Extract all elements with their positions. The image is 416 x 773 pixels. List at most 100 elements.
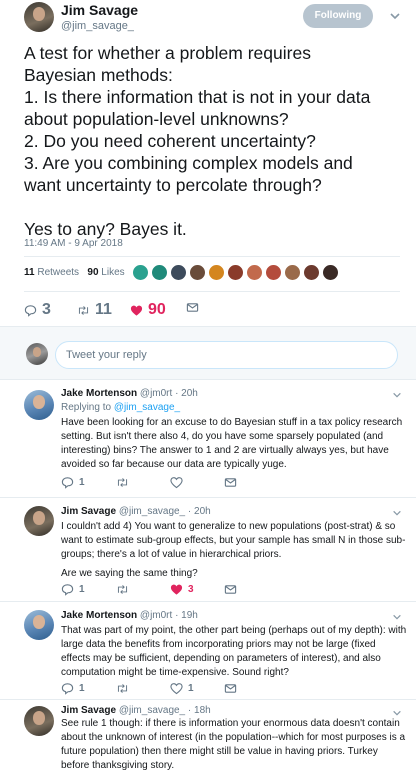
- likes-count[interactable]: 90: [87, 267, 98, 278]
- reply-text: Have been looking for an excuse to do Ba…: [61, 417, 403, 470]
- author-name[interactable]: Jim Savage: [61, 2, 138, 18]
- reply-avatar[interactable]: [24, 706, 54, 736]
- like-count: 90: [148, 301, 166, 318]
- reply-text-followup: Are we saying the same thing?: [61, 568, 198, 579]
- retweet-count: 11: [95, 301, 112, 318]
- reply-time[interactable]: · 20h: [175, 388, 198, 399]
- reply-action[interactable]: 1: [61, 682, 85, 695]
- divider: [24, 256, 400, 257]
- reply-action[interactable]: 1: [61, 583, 85, 596]
- retweet-icon: [117, 684, 128, 693]
- liker-avatar[interactable]: [227, 264, 244, 281]
- heart-icon: [130, 305, 143, 316]
- retweet-icon: [117, 478, 128, 487]
- tweet-line: 1. Is there information that is not in y…: [24, 87, 371, 107]
- viewer-avatar: [26, 343, 48, 365]
- retweet-action[interactable]: [116, 682, 129, 695]
- dm-action[interactable]: [224, 583, 237, 596]
- author-handle[interactable]: @jim_savage_: [61, 20, 134, 32]
- divider: [24, 291, 400, 292]
- reply-count: 1: [79, 683, 85, 694]
- reply-author-name[interactable]: Jim Savage: [61, 705, 116, 716]
- dm-action[interactable]: [224, 476, 237, 489]
- reply-avatar[interactable]: [24, 610, 54, 640]
- tweet-line: 3. Are you combining complex models and: [24, 153, 353, 173]
- reply-count: 3: [42, 301, 51, 318]
- reply-action[interactable]: 3: [24, 301, 51, 319]
- tweet-line: want uncertainty to percolate through?: [24, 175, 322, 195]
- dm-action[interactable]: [224, 682, 237, 695]
- reply-avatar[interactable]: [24, 390, 54, 420]
- reply-author[interactable]: Jake Mortenson @jm0rt · 20h: [61, 388, 198, 399]
- tweet-line: Bayesian methods:: [24, 65, 173, 85]
- reply-tweet[interactable]: Jake Mortenson @jm0rt · 20h Replying to …: [0, 380, 416, 498]
- reply-author-name[interactable]: Jake Mortenson: [61, 388, 137, 399]
- retweet-action[interactable]: [116, 583, 129, 596]
- liker-avatar[interactable]: [246, 264, 263, 281]
- retweet-action[interactable]: [116, 476, 129, 489]
- retweets-count[interactable]: 11: [24, 267, 35, 278]
- reply-text: I couldn't add 4) You want to generalize…: [61, 521, 406, 560]
- liker-avatar[interactable]: [265, 264, 282, 281]
- reply-icon: [61, 477, 74, 489]
- chevron-down-icon[interactable]: [389, 10, 401, 22]
- reply-text: See rule 1 though: if there is informati…: [61, 718, 406, 771]
- like-action[interactable]: 1: [170, 682, 194, 695]
- following-button[interactable]: Following: [303, 4, 373, 28]
- reply-author-name[interactable]: Jake Mortenson: [61, 610, 137, 621]
- dm-action[interactable]: [186, 301, 199, 314]
- reply-author[interactable]: Jim Savage @jim_savage_ · 18h: [61, 705, 211, 716]
- likes-label[interactable]: Likes: [101, 267, 124, 278]
- reply-author-handle[interactable]: @jim_savage_: [119, 705, 185, 716]
- author-avatar[interactable]: [24, 2, 54, 32]
- replying-to-link[interactable]: @jim_savage_: [114, 402, 180, 413]
- reply-author-name[interactable]: Jim Savage: [61, 506, 116, 517]
- reply-author[interactable]: Jim Savage @jim_savage_ · 20h: [61, 506, 211, 517]
- reply-action[interactable]: 1: [61, 476, 85, 489]
- tweet-stats: 11 Retweets 90 Likes: [24, 267, 125, 278]
- retweet-action[interactable]: 11: [77, 301, 112, 319]
- tweet-line: about population-level unknowns?: [24, 109, 289, 129]
- liker-avatar[interactable]: [208, 264, 225, 281]
- reply-icon: [24, 304, 37, 317]
- reply-composer: Tweet your reply: [0, 326, 416, 380]
- liker-avatars[interactable]: [132, 264, 341, 281]
- like-action[interactable]: 3: [170, 583, 194, 596]
- reply-author-handle[interactable]: @jm0rt: [140, 610, 172, 621]
- reply-tweet[interactable]: Jim Savage @jim_savage_ · 18h See rule 1…: [0, 700, 416, 773]
- liker-avatar[interactable]: [322, 264, 339, 281]
- reply-avatar[interactable]: [24, 506, 54, 536]
- like-action[interactable]: [170, 476, 183, 489]
- reply-count: 1: [79, 477, 85, 488]
- retweet-icon: [78, 305, 89, 315]
- liker-avatar[interactable]: [284, 264, 301, 281]
- tweet-timestamp[interactable]: 11:49 AM - 9 Apr 2018: [24, 238, 123, 249]
- reply-icon: [61, 584, 74, 596]
- liker-avatar[interactable]: [170, 264, 187, 281]
- reply-tweet[interactable]: Jake Mortenson @jm0rt · 19h That was par…: [0, 602, 416, 700]
- liker-avatar[interactable]: [132, 264, 149, 281]
- reply-tweet[interactable]: Jim Savage @jim_savage_ · 20h I couldn't…: [0, 498, 416, 602]
- reply-icon: [61, 683, 74, 695]
- reply-time[interactable]: · 18h: [188, 705, 211, 716]
- like-count: 1: [188, 683, 194, 694]
- liker-avatar[interactable]: [151, 264, 168, 281]
- envelope-icon: [224, 478, 237, 487]
- like-action[interactable]: 90: [130, 301, 166, 319]
- chevron-down-icon[interactable]: [392, 612, 402, 622]
- reply-input[interactable]: Tweet your reply: [55, 341, 398, 369]
- liker-avatar[interactable]: [189, 264, 206, 281]
- tweet-line: A test for whether a problem requires: [24, 43, 311, 63]
- reply-time[interactable]: · 20h: [188, 506, 211, 517]
- retweet-icon: [117, 585, 128, 594]
- liker-avatar[interactable]: [303, 264, 320, 281]
- replying-prefix: Replying to: [61, 402, 112, 413]
- retweets-label[interactable]: Retweets: [37, 267, 79, 278]
- chevron-down-icon[interactable]: [392, 508, 402, 518]
- reply-author-handle[interactable]: @jim_savage_: [119, 506, 185, 517]
- replying-to: Replying to @jim_savage_: [61, 402, 180, 413]
- chevron-down-icon[interactable]: [392, 390, 402, 400]
- reply-author-handle[interactable]: @jm0rt: [140, 388, 172, 399]
- reply-author[interactable]: Jake Mortenson @jm0rt · 19h: [61, 610, 198, 621]
- reply-time[interactable]: · 19h: [175, 610, 198, 621]
